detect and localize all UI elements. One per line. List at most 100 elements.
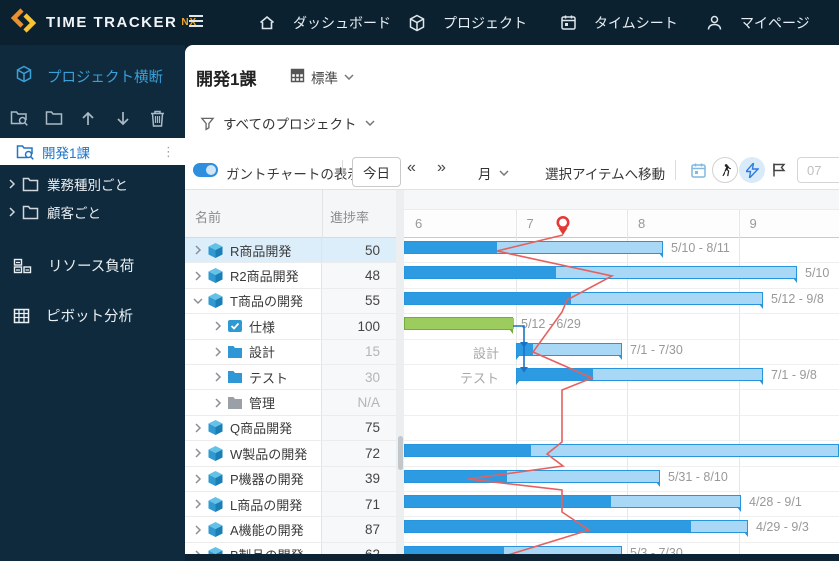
gantt-bar-dates: 7/1 - 9/8 [771, 368, 817, 382]
folder-add-button[interactable] [45, 110, 63, 131]
walker-display-button[interactable] [712, 157, 738, 183]
arrow-down-button[interactable] [115, 110, 131, 132]
vertical-scrollbar-thumb[interactable] [397, 436, 403, 470]
gantt-bar[interactable] [404, 291, 763, 309]
gantt-row: 5/10 [404, 263, 839, 289]
table-row[interactable]: 管理 N/A [185, 390, 396, 416]
sidebar-nav-label: リソース負荷 [48, 259, 135, 275]
gantt-row [404, 441, 839, 467]
table-row[interactable]: 仕様 100 [185, 314, 396, 340]
calendar-display-button[interactable] [685, 157, 711, 183]
table-row[interactable]: テスト 30 [185, 365, 396, 391]
table-row[interactable]: Q商品開発 75 [185, 415, 396, 442]
gantt-toggle[interactable] [193, 163, 218, 177]
sidebar-nav-2[interactable]: ピボット分析 [0, 305, 185, 326]
sidebar-item-3[interactable]: 顧客ごと [0, 198, 185, 226]
project-table: 名前 進捗率 R商品開発 50 R2商品開発 48 T商品の開発 55 仕様 100 設計 15 テ… [185, 190, 396, 561]
chev-right-icon[interactable] [194, 448, 202, 458]
name-column-header[interactable]: 名前 [195, 207, 221, 226]
app: TIME TRACKER NX ダッシュボード プロジェクト タイムシート マイページ… [0, 0, 839, 561]
gantt-row: 5/12 - 9/8 [404, 289, 839, 315]
pivot-icon [13, 308, 30, 324]
time-scale-selector[interactable]: 月 [478, 163, 509, 183]
date-input[interactable]: 07 [797, 157, 839, 183]
month-label: 7 [526, 216, 534, 231]
project-filter[interactable]: すべてのプロジェクト [200, 113, 375, 133]
table-row[interactable]: 設計 15 [185, 339, 396, 365]
chev-right-icon[interactable] [214, 372, 222, 382]
chev-right-icon[interactable] [194, 525, 202, 535]
nav-item-label: プロジェクト [443, 14, 527, 31]
chev-right-icon[interactable] [214, 398, 222, 408]
gantt-bar[interactable] [516, 342, 622, 360]
gantt-bar[interactable] [404, 520, 748, 538]
chev-down-icon[interactable] [193, 297, 203, 305]
table-row[interactable]: T商品の開発 55 [185, 288, 396, 315]
title-row: 開発1課 標準 [185, 45, 839, 100]
chevron-down-icon [498, 170, 509, 176]
bottom-strip [185, 554, 839, 561]
sidebar-item-1[interactable]: 開発1課 ⋮ [0, 138, 185, 165]
chev-right-icon[interactable] [194, 499, 202, 509]
splitter[interactable] [396, 190, 404, 561]
next-period-button[interactable]: » [437, 159, 448, 177]
table-row[interactable]: R2商品開発 48 [185, 263, 396, 289]
gantt-bar[interactable] [404, 266, 797, 284]
table-row[interactable]: L商品の開発 71 [185, 492, 396, 518]
chev-right-icon[interactable] [214, 321, 222, 331]
sidebar-item-2[interactable]: 業務種別ごと [0, 170, 185, 198]
top-bar: TIME TRACKER NX ダッシュボード プロジェクト タイムシート マイページ [0, 0, 839, 45]
month-label: 9 [749, 216, 757, 231]
table-row[interactable]: P機器の開発 39 [185, 466, 396, 492]
table-row[interactable]: R商品開発 50 [185, 238, 396, 264]
chev-right-icon[interactable] [194, 245, 202, 255]
gantt-bar[interactable] [404, 495, 741, 512]
today-button[interactable]: 今日 [352, 157, 401, 187]
gantt-bar[interactable] [404, 469, 660, 487]
sidebar-item-label: 開発1課 [42, 145, 91, 161]
hamburger-menu-icon[interactable] [186, 11, 206, 36]
gantt-bar[interactable] [404, 444, 839, 458]
view-selector[interactable]: 標準 [290, 67, 354, 87]
month-label: 8 [638, 216, 646, 231]
trash-button[interactable] [150, 110, 165, 132]
sidebar-nav-1[interactable]: リソース負荷 [0, 255, 185, 276]
progress-column-header[interactable]: 進捗率 [330, 207, 369, 226]
box-icon [408, 14, 426, 32]
chev-right-icon[interactable] [194, 474, 202, 484]
gantt-bar[interactable] [404, 241, 663, 258]
divider [675, 160, 676, 180]
table-row[interactable]: A機能の開発 87 [185, 517, 396, 543]
chev-right-icon[interactable] [214, 347, 222, 357]
brand-logo[interactable]: TIME TRACKER NX [10, 0, 197, 45]
milestone-display-button[interactable] [766, 157, 792, 183]
content-area: 名前 進捗率 R商品開発 50 R2商品開発 48 T商品の開発 55 仕様 100 設計 15 テ… [185, 190, 839, 561]
prev-period-button[interactable]: « [407, 159, 418, 177]
row-progress: 48 [322, 263, 396, 288]
gantt-bar[interactable] [516, 368, 763, 385]
folder-search-button[interactable] [10, 110, 28, 131]
chev-right-icon[interactable] [8, 179, 16, 189]
sidebar-section-projects[interactable]: プロジェクト横断 [0, 65, 185, 87]
gantt-bar[interactable] [404, 317, 514, 335]
arrow-up-button[interactable] [80, 110, 96, 132]
gantt-row [404, 416, 839, 442]
kebab-menu-icon[interactable]: ⋮ [162, 144, 175, 160]
sidebar-item-label: 顧客ごと [47, 206, 101, 221]
chev-right-icon[interactable] [194, 423, 202, 433]
table-row[interactable]: W製品の開発 72 [185, 441, 396, 467]
nav-item-4[interactable]: マイページ [706, 0, 810, 45]
row-name: A機能の開発 [230, 523, 304, 539]
gantt-bar-dates: 4/28 - 9/1 [749, 495, 802, 509]
nav-item-2[interactable]: プロジェクト [408, 0, 527, 45]
chev-right-icon[interactable] [8, 207, 16, 217]
calendar-icon [560, 14, 577, 31]
nav-item-1[interactable]: ダッシュボード [258, 0, 391, 45]
move-to-selection-button[interactable]: 選択アイテムへ移動 [545, 163, 665, 183]
nav-item-3[interactable]: タイムシート [560, 0, 678, 45]
table-header: 名前 進捗率 [185, 190, 396, 238]
user-icon [706, 14, 723, 31]
progress-line-button[interactable] [739, 157, 765, 183]
chev-right-icon[interactable] [194, 271, 202, 281]
walking-person-icon [721, 163, 731, 176]
